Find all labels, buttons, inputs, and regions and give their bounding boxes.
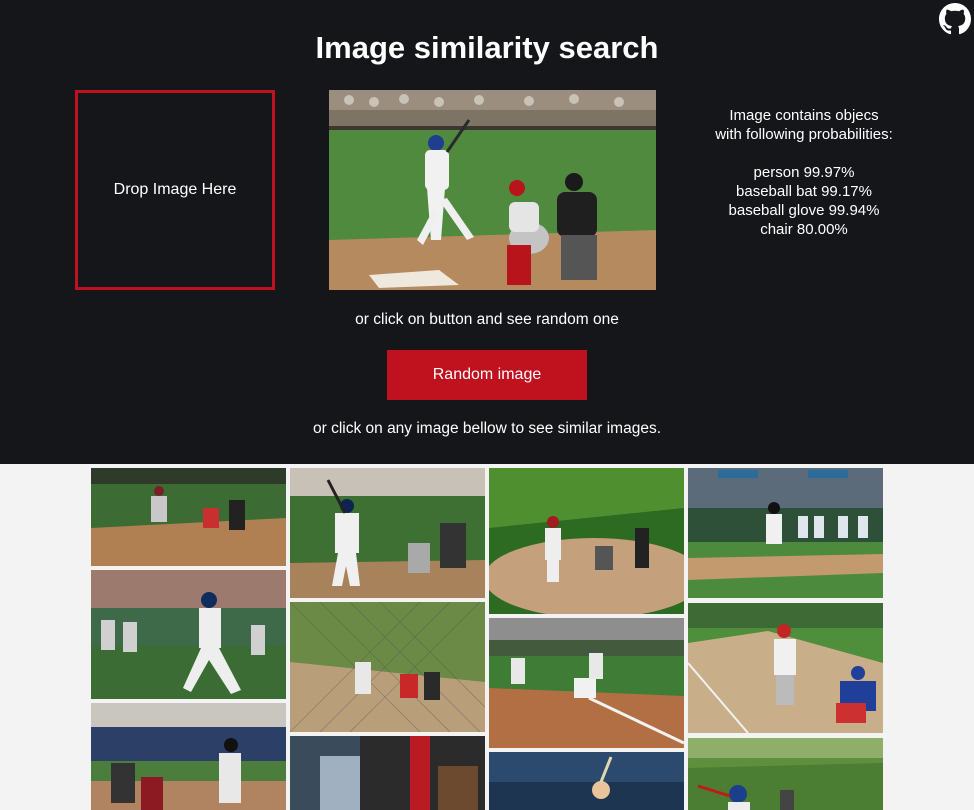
query-image	[329, 90, 656, 290]
gallery-image[interactable]	[290, 736, 485, 810]
similar-instruction-text: or click on any image bellow to see simi…	[312, 420, 662, 437]
probabilities-heading-line1: Image contains objecs	[729, 107, 879, 124]
probability-item: chair 80.00%	[760, 221, 848, 238]
image-drop-zone[interactable]: Drop Image Here	[75, 90, 275, 290]
probabilities-panel: Image contains objecs with following pro…	[692, 106, 916, 239]
probabilities-heading-line2: with following probabilities:	[715, 126, 893, 143]
gallery-image[interactable]	[688, 468, 883, 598]
gallery-image[interactable]	[688, 603, 883, 733]
page-title: Image similarity search	[315, 30, 659, 65]
probability-item: person 99.97%	[753, 164, 855, 181]
gallery-image[interactable]	[91, 703, 286, 810]
gallery-image[interactable]	[91, 468, 286, 566]
probability-item: baseball glove 99.94%	[728, 202, 880, 219]
github-icon[interactable]	[939, 3, 971, 35]
random-image-button[interactable]: Random image	[387, 350, 587, 400]
gallery-image[interactable]	[91, 570, 286, 699]
random-instruction-text: or click on button and see random one	[355, 311, 619, 328]
gallery-image[interactable]	[290, 602, 485, 732]
gallery-image[interactable]	[489, 618, 684, 748]
probability-item: baseball bat 99.17%	[736, 183, 872, 200]
header: Image similarity search Drop Image Here	[0, 0, 974, 464]
gallery-image[interactable]	[489, 468, 684, 614]
gallery-image[interactable]	[489, 752, 684, 810]
drop-label: Drop Image Here	[113, 181, 237, 198]
gallery-image[interactable]	[688, 738, 883, 810]
gallery-image[interactable]	[290, 468, 485, 598]
